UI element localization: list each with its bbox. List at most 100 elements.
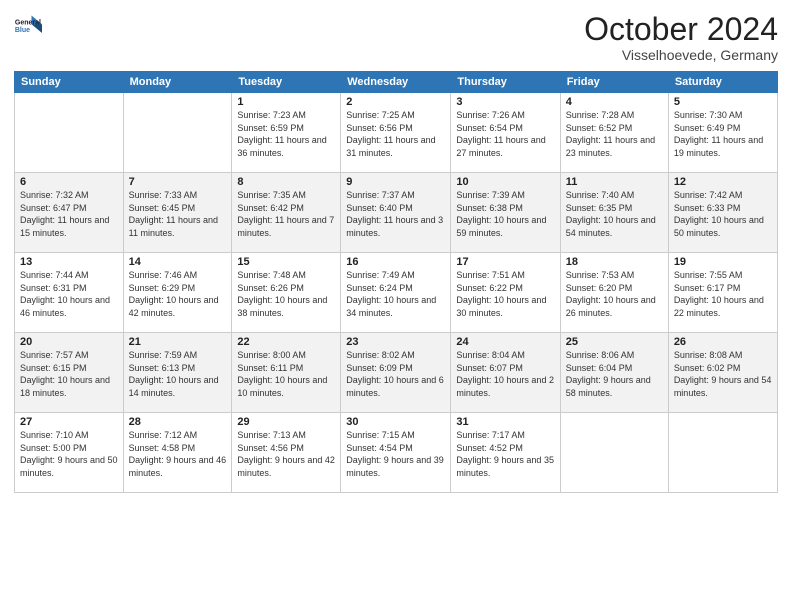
day-info: Sunrise: 7:37 AMSunset: 6:40 PMDaylight:… xyxy=(346,189,445,239)
month-title: October 2024 xyxy=(584,12,778,47)
header-sunday: Sunday xyxy=(15,72,124,93)
header-wednesday: Wednesday xyxy=(341,72,451,93)
day-info: Sunrise: 7:51 AMSunset: 6:22 PMDaylight:… xyxy=(456,269,554,319)
week-row-3: 13Sunrise: 7:44 AMSunset: 6:31 PMDayligh… xyxy=(15,253,778,333)
day-number: 11 xyxy=(566,176,663,188)
calendar-cell-w5-d2: 28Sunrise: 7:12 AMSunset: 4:58 PMDayligh… xyxy=(123,413,232,493)
day-number: 6 xyxy=(20,176,118,188)
calendar-cell-w4-d6: 25Sunrise: 8:06 AMSunset: 6:04 PMDayligh… xyxy=(560,333,668,413)
svg-text:General: General xyxy=(15,19,41,26)
day-number: 23 xyxy=(346,336,445,348)
header: General Blue October 2024 Visselhoevede,… xyxy=(14,12,778,63)
week-row-1: 1Sunrise: 7:23 AMSunset: 6:59 PMDaylight… xyxy=(15,93,778,173)
calendar-cell-w4-d3: 22Sunrise: 8:00 AMSunset: 6:11 PMDayligh… xyxy=(232,333,341,413)
header-monday: Monday xyxy=(123,72,232,93)
calendar-cell-w1-d5: 3Sunrise: 7:26 AMSunset: 6:54 PMDaylight… xyxy=(451,93,560,173)
day-info: Sunrise: 7:42 AMSunset: 6:33 PMDaylight:… xyxy=(674,189,772,239)
day-number: 14 xyxy=(129,256,227,268)
calendar-cell-w2-d3: 8Sunrise: 7:35 AMSunset: 6:42 PMDaylight… xyxy=(232,173,341,253)
day-info: Sunrise: 7:12 AMSunset: 4:58 PMDaylight:… xyxy=(129,429,227,479)
calendar-cell-w5-d5: 31Sunrise: 7:17 AMSunset: 4:52 PMDayligh… xyxy=(451,413,560,493)
week-row-5: 27Sunrise: 7:10 AMSunset: 5:00 PMDayligh… xyxy=(15,413,778,493)
day-info: Sunrise: 7:26 AMSunset: 6:54 PMDaylight:… xyxy=(456,109,554,159)
calendar-cell-w4-d5: 24Sunrise: 8:04 AMSunset: 6:07 PMDayligh… xyxy=(451,333,560,413)
day-number: 27 xyxy=(20,416,118,428)
day-number: 10 xyxy=(456,176,554,188)
day-number: 8 xyxy=(237,176,335,188)
calendar-cell-w3-d6: 18Sunrise: 7:53 AMSunset: 6:20 PMDayligh… xyxy=(560,253,668,333)
calendar-cell-w5-d1: 27Sunrise: 7:10 AMSunset: 5:00 PMDayligh… xyxy=(15,413,124,493)
day-number: 25 xyxy=(566,336,663,348)
title-block: October 2024 Visselhoevede, Germany xyxy=(584,12,778,63)
day-info: Sunrise: 7:30 AMSunset: 6:49 PMDaylight:… xyxy=(674,109,772,159)
day-info: Sunrise: 7:32 AMSunset: 6:47 PMDaylight:… xyxy=(20,189,118,239)
day-info: Sunrise: 7:40 AMSunset: 6:35 PMDaylight:… xyxy=(566,189,663,239)
day-info: Sunrise: 7:59 AMSunset: 6:13 PMDaylight:… xyxy=(129,349,227,399)
day-number: 1 xyxy=(237,96,335,108)
day-info: Sunrise: 7:55 AMSunset: 6:17 PMDaylight:… xyxy=(674,269,772,319)
day-info: Sunrise: 7:17 AMSunset: 4:52 PMDaylight:… xyxy=(456,429,554,479)
day-number: 24 xyxy=(456,336,554,348)
week-row-2: 6Sunrise: 7:32 AMSunset: 6:47 PMDaylight… xyxy=(15,173,778,253)
day-info: Sunrise: 7:39 AMSunset: 6:38 PMDaylight:… xyxy=(456,189,554,239)
day-info: Sunrise: 7:53 AMSunset: 6:20 PMDaylight:… xyxy=(566,269,663,319)
calendar-cell-w4-d1: 20Sunrise: 7:57 AMSunset: 6:15 PMDayligh… xyxy=(15,333,124,413)
day-number: 15 xyxy=(237,256,335,268)
day-info: Sunrise: 7:57 AMSunset: 6:15 PMDaylight:… xyxy=(20,349,118,399)
calendar-cell-w5-d6 xyxy=(560,413,668,493)
day-number: 30 xyxy=(346,416,445,428)
calendar-cell-w5-d7 xyxy=(668,413,777,493)
day-info: Sunrise: 7:46 AMSunset: 6:29 PMDaylight:… xyxy=(129,269,227,319)
day-number: 16 xyxy=(346,256,445,268)
calendar-cell-w3-d3: 15Sunrise: 7:48 AMSunset: 6:26 PMDayligh… xyxy=(232,253,341,333)
day-info: Sunrise: 7:49 AMSunset: 6:24 PMDaylight:… xyxy=(346,269,445,319)
day-info: Sunrise: 7:44 AMSunset: 6:31 PMDaylight:… xyxy=(20,269,118,319)
day-number: 28 xyxy=(129,416,227,428)
day-info: Sunrise: 8:06 AMSunset: 6:04 PMDaylight:… xyxy=(566,349,663,399)
calendar-cell-w2-d2: 7Sunrise: 7:33 AMSunset: 6:45 PMDaylight… xyxy=(123,173,232,253)
day-info: Sunrise: 7:15 AMSunset: 4:54 PMDaylight:… xyxy=(346,429,445,479)
day-number: 20 xyxy=(20,336,118,348)
day-number: 18 xyxy=(566,256,663,268)
calendar-cell-w2-d5: 10Sunrise: 7:39 AMSunset: 6:38 PMDayligh… xyxy=(451,173,560,253)
calendar-cell-w1-d1 xyxy=(15,93,124,173)
day-info: Sunrise: 8:02 AMSunset: 6:09 PMDaylight:… xyxy=(346,349,445,399)
svg-text:Blue: Blue xyxy=(15,27,30,34)
day-number: 9 xyxy=(346,176,445,188)
day-info: Sunrise: 7:33 AMSunset: 6:45 PMDaylight:… xyxy=(129,189,227,239)
day-number: 19 xyxy=(674,256,772,268)
logo: General Blue xyxy=(14,12,42,40)
calendar-cell-w3-d1: 13Sunrise: 7:44 AMSunset: 6:31 PMDayligh… xyxy=(15,253,124,333)
calendar-cell-w2-d1: 6Sunrise: 7:32 AMSunset: 6:47 PMDaylight… xyxy=(15,173,124,253)
calendar-cell-w1-d2 xyxy=(123,93,232,173)
calendar-header-row: Sunday Monday Tuesday Wednesday Thursday… xyxy=(15,72,778,93)
calendar-cell-w2-d4: 9Sunrise: 7:37 AMSunset: 6:40 PMDaylight… xyxy=(341,173,451,253)
page: General Blue October 2024 Visselhoevede,… xyxy=(0,0,792,612)
header-tuesday: Tuesday xyxy=(232,72,341,93)
day-number: 7 xyxy=(129,176,227,188)
day-info: Sunrise: 8:04 AMSunset: 6:07 PMDaylight:… xyxy=(456,349,554,399)
day-number: 31 xyxy=(456,416,554,428)
week-row-4: 20Sunrise: 7:57 AMSunset: 6:15 PMDayligh… xyxy=(15,333,778,413)
calendar-cell-w2-d6: 11Sunrise: 7:40 AMSunset: 6:35 PMDayligh… xyxy=(560,173,668,253)
header-thursday: Thursday xyxy=(451,72,560,93)
calendar-cell-w4-d4: 23Sunrise: 8:02 AMSunset: 6:09 PMDayligh… xyxy=(341,333,451,413)
header-saturday: Saturday xyxy=(668,72,777,93)
logo-icon: General Blue xyxy=(14,12,42,40)
day-info: Sunrise: 7:25 AMSunset: 6:56 PMDaylight:… xyxy=(346,109,445,159)
day-number: 26 xyxy=(674,336,772,348)
day-number: 21 xyxy=(129,336,227,348)
day-info: Sunrise: 7:10 AMSunset: 5:00 PMDaylight:… xyxy=(20,429,118,479)
day-number: 4 xyxy=(566,96,663,108)
day-info: Sunrise: 8:00 AMSunset: 6:11 PMDaylight:… xyxy=(237,349,335,399)
calendar-table: Sunday Monday Tuesday Wednesday Thursday… xyxy=(14,71,778,493)
calendar-cell-w1-d6: 4Sunrise: 7:28 AMSunset: 6:52 PMDaylight… xyxy=(560,93,668,173)
day-number: 22 xyxy=(237,336,335,348)
day-number: 2 xyxy=(346,96,445,108)
day-number: 3 xyxy=(456,96,554,108)
calendar-cell-w3-d7: 19Sunrise: 7:55 AMSunset: 6:17 PMDayligh… xyxy=(668,253,777,333)
day-number: 29 xyxy=(237,416,335,428)
calendar-cell-w1-d7: 5Sunrise: 7:30 AMSunset: 6:49 PMDaylight… xyxy=(668,93,777,173)
day-info: Sunrise: 8:08 AMSunset: 6:02 PMDaylight:… xyxy=(674,349,772,399)
location: Visselhoevede, Germany xyxy=(584,47,778,63)
